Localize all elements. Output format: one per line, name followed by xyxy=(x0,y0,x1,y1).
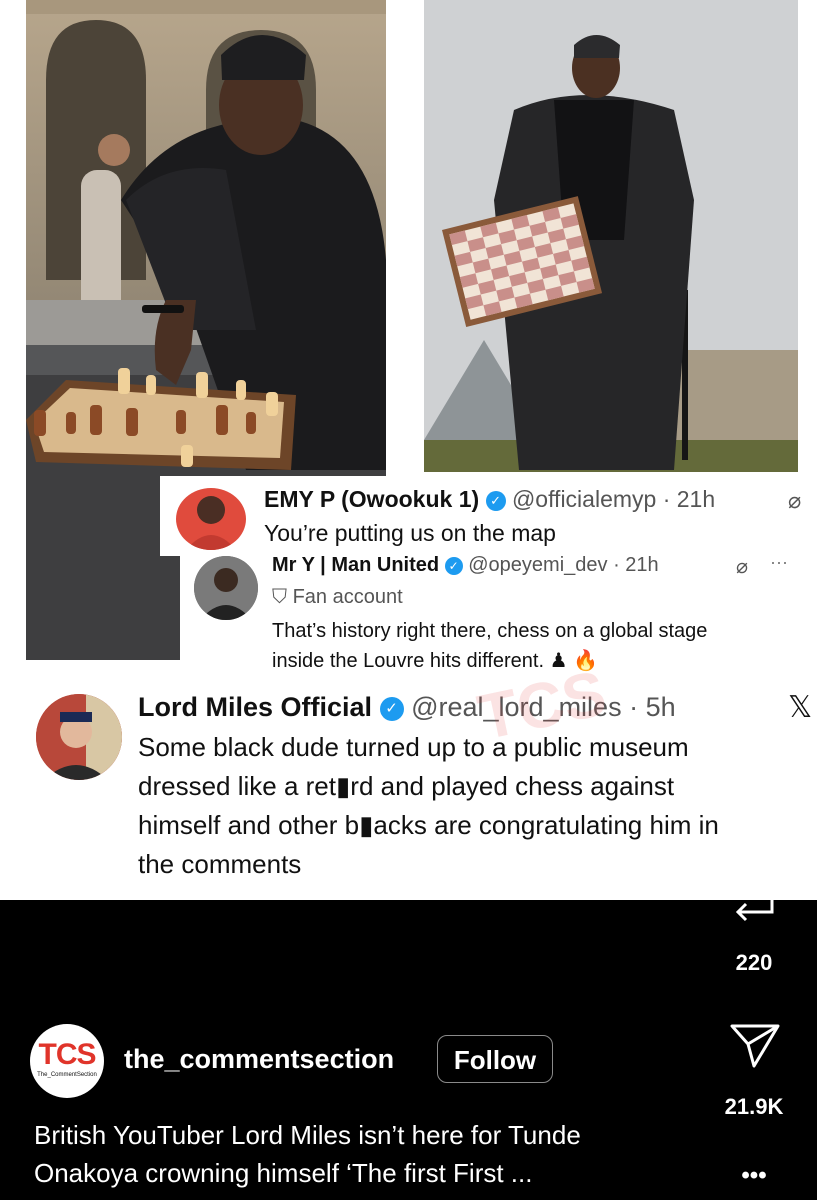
timestamp[interactable]: 5h xyxy=(646,692,676,722)
verified-icon: ✓ xyxy=(444,556,463,575)
photo-man-with-chessboard xyxy=(424,0,798,472)
more-options-icon[interactable]: ··· xyxy=(770,552,788,573)
tweet-text-line: the comments xyxy=(138,849,302,879)
x-logo-icon[interactable]: 𝕏 xyxy=(788,690,812,725)
follow-button[interactable]: Follow xyxy=(437,1035,553,1083)
tweet-text-line: That’s history right there, chess on a g… xyxy=(272,620,708,642)
tweet-text-line: himself and other b▮acks are congratulat… xyxy=(138,810,719,840)
repost-icon[interactable] xyxy=(726,862,782,926)
caption-line: British YouTuber Lord Miles isn’t here f… xyxy=(34,1120,581,1150)
tweet-card-lordmiles: Lord Miles Official ✓ @real_lord_miles ·… xyxy=(26,684,817,900)
verified-icon: ✓ xyxy=(379,696,404,721)
avatar[interactable] xyxy=(36,694,122,780)
comment-count: 1,334 xyxy=(728,796,780,818)
fan-account-icon: ⛉ xyxy=(272,586,287,608)
username[interactable]: the_commentsection xyxy=(124,1044,394,1075)
tweet-text: You’re putting us on the map xyxy=(264,520,556,546)
grok-icon[interactable]: ⌀ xyxy=(788,488,801,514)
logo-subtext: The_CommentSection xyxy=(37,1072,97,1078)
timestamp[interactable]: 21h xyxy=(625,554,658,576)
caption-line: Onakoya crowning himself ‘The first Firs… xyxy=(34,1158,533,1188)
heart-icon[interactable] xyxy=(724,572,784,628)
comment-icon[interactable] xyxy=(726,718,782,774)
author-name[interactable]: Lord Miles Official xyxy=(138,692,372,722)
profile-logo[interactable]: TCS The_CommentSection xyxy=(30,1024,104,1098)
verified-icon: ✓ xyxy=(485,490,506,511)
fan-account-badge: Fan account xyxy=(292,586,403,608)
logo-text: TCS xyxy=(38,1038,97,1071)
author-handle[interactable]: @officialemyp xyxy=(512,486,656,512)
author-handle[interactable]: @opeyemi_dev xyxy=(468,554,607,576)
author-name[interactable]: EMY P (Owookuk 1) xyxy=(264,486,479,512)
tweet-card-emyp: EMY P (Owookuk 1) ✓ @officialemyp · 21h … xyxy=(160,476,817,556)
avatar[interactable] xyxy=(176,488,246,550)
timestamp[interactable]: 21h xyxy=(677,486,715,512)
tweet-text-line: Some black dude turned up to a public mu… xyxy=(138,732,689,762)
avatar[interactable] xyxy=(194,556,258,620)
share-icon[interactable] xyxy=(728,1022,782,1070)
more-icon[interactable]: ••• xyxy=(714,1162,794,1190)
tweet-text-line: dressed like a ret▮rd and played chess a… xyxy=(138,771,675,801)
post-footer xyxy=(0,900,817,1200)
repost-count: 220 xyxy=(735,950,773,975)
share-count: 21.9K xyxy=(724,1094,784,1119)
like-count: 16K xyxy=(735,652,773,674)
author-name[interactable]: Mr Y | Man United xyxy=(272,554,439,576)
